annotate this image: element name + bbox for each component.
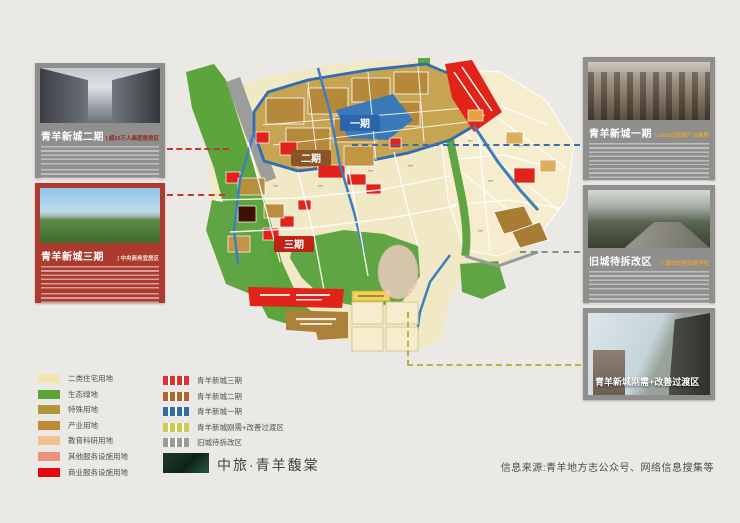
legend-label: 商业服务设施用地: [68, 467, 128, 478]
legend-label: 青羊新城三期: [197, 375, 242, 386]
connector-transition-v: [407, 312, 409, 366]
card-phase3-title: 青羊新城三期: [41, 248, 104, 263]
legend-label: 产业用地: [68, 420, 98, 431]
yellow-badge-text-bar: [358, 295, 384, 297]
card-oldtown-bodytext: [589, 271, 709, 291]
legend-row: 青羊新城二期: [163, 392, 284, 401]
card-phase1: 青羊新城一期 | 1000亿配套产业集群: [583, 57, 715, 180]
connector-phase2: [167, 148, 229, 150]
brand-name: 中旅·青羊馥棠: [217, 455, 320, 475]
card-phase2-bodytext2: [41, 169, 159, 181]
legend-swatch: [38, 468, 60, 477]
card-phase2-subtitle: | 超20万人高密度居区: [106, 134, 159, 142]
building-silhouette: [593, 350, 625, 395]
planning-map: 一期 二期 三期: [168, 50, 588, 395]
card-oldtown-subtitle: | 城市边界的缓冲村: [662, 259, 709, 267]
legend-row: 教育科研用地: [38, 436, 128, 445]
card-phase3-bodytext: [41, 266, 159, 290]
phase2-label: 二期: [301, 152, 321, 165]
card-phase1-subtitle: | 1000亿配套产业集群: [655, 131, 709, 139]
legend-label: 特殊用地: [68, 404, 98, 415]
legend-row: 旧城待拆改区: [163, 438, 284, 447]
card-oldtown-title: 旧城待拆改区: [589, 253, 652, 268]
south-red-strip: [248, 287, 344, 308]
legend-label: 二类住宅用地: [68, 373, 113, 384]
card-oldtown-bodytext2: [589, 294, 709, 307]
south-brown-block: [286, 310, 348, 340]
legend-swatch: [38, 436, 60, 445]
legend-row: 青羊新城三期: [163, 376, 284, 385]
legend-swatch: [38, 390, 60, 399]
building-silhouette: [40, 68, 88, 123]
connector-phase1: [352, 144, 580, 146]
phase3-label: 三期: [284, 238, 304, 251]
card-oldtown-photo: [588, 190, 710, 248]
card-phase1-bodytext2: [589, 168, 709, 182]
card-phase1-bodytext: [589, 143, 709, 165]
card-transition-photo: 青羊新城刚需+改善过渡区: [588, 313, 710, 395]
card-phase3-subtitle: | 中央商务宜居区: [117, 254, 159, 262]
old-town-circle: [378, 245, 418, 299]
card-phase2-title: 青羊新城二期: [41, 128, 104, 143]
legend-row: 商业服务设施用地: [38, 468, 128, 477]
card-phase2-bodytext: [41, 146, 159, 166]
street-road: [625, 222, 710, 248]
building-silhouette: [112, 68, 160, 123]
legend-label: 其他服务设施用地: [68, 451, 128, 462]
legend-row: 青羊新城一期: [163, 407, 284, 416]
card-phase3: 青羊新城三期 | 中央商务宜居区: [35, 183, 165, 303]
legend-swatch: [38, 452, 60, 461]
legend-row: 其他服务设施用地: [38, 452, 128, 461]
legend-swatch: [163, 438, 189, 447]
connector-transition-h: [407, 364, 581, 366]
legend-swatch: [38, 405, 60, 414]
legend-swatch: [163, 392, 189, 401]
legend-row: 特殊用地: [38, 405, 128, 414]
legend-label: 青羊新城刚需+改善过渡区: [197, 422, 284, 433]
legend-swatch: [163, 423, 189, 432]
legend-swatch: [163, 407, 189, 416]
legend-swatch: [38, 374, 60, 383]
card-phase1-photo: [588, 62, 710, 120]
connector-phase3: [167, 194, 225, 196]
legend-swatch: [163, 376, 189, 385]
legend-row: 产业用地: [38, 421, 128, 430]
card-transition: 青羊新城刚需+改善过渡区: [583, 308, 715, 400]
legend-label: 生态绿地: [68, 389, 98, 400]
card-oldtown: 旧城待拆改区 | 城市边界的缓冲村: [583, 185, 715, 303]
card-phase1-title: 青羊新城一期: [589, 125, 652, 140]
legend-label: 青羊新城二期: [197, 391, 242, 402]
building-silhouette: [588, 72, 710, 120]
brand-logo: [163, 453, 209, 473]
legend-swatch: [38, 421, 60, 430]
legend-label: 旧城待拆改区: [197, 437, 242, 448]
source-note: 信息来源:青羊地方志公众号、网络信息搜集等: [501, 459, 714, 474]
legend-label: 青羊新城一期: [197, 406, 242, 417]
poster: 一期 二期 三期 青羊新城二期 | 超20万人高密度居区 青羊新城三期 | 中央…: [0, 0, 740, 523]
legend-landuse: 二类住宅用地生态绿地特殊用地产业用地教育科研用地其他服务设施用地商业服务设施用地: [38, 374, 128, 483]
phase1-label: 一期: [350, 117, 370, 130]
legend-row: 青羊新城刚需+改善过渡区: [163, 423, 284, 432]
card-phase2: 青羊新城二期 | 超20万人高密度居区: [35, 63, 165, 178]
legend-zones: 青羊新城三期青羊新城二期青羊新城一期青羊新城刚需+改善过渡区旧城待拆改区: [163, 376, 284, 454]
legend-row: 生态绿地: [38, 390, 128, 399]
card-phase3-photo: [40, 188, 160, 243]
card-phase2-photo: [40, 68, 160, 123]
card-phase3-bodytext2: [41, 293, 159, 309]
card-transition-title: 青羊新城刚需+改善过渡区: [595, 375, 699, 388]
legend-row: 二类住宅用地: [38, 374, 128, 383]
connector-oldtown: [520, 251, 580, 253]
legend-label: 教育科研用地: [68, 435, 113, 446]
